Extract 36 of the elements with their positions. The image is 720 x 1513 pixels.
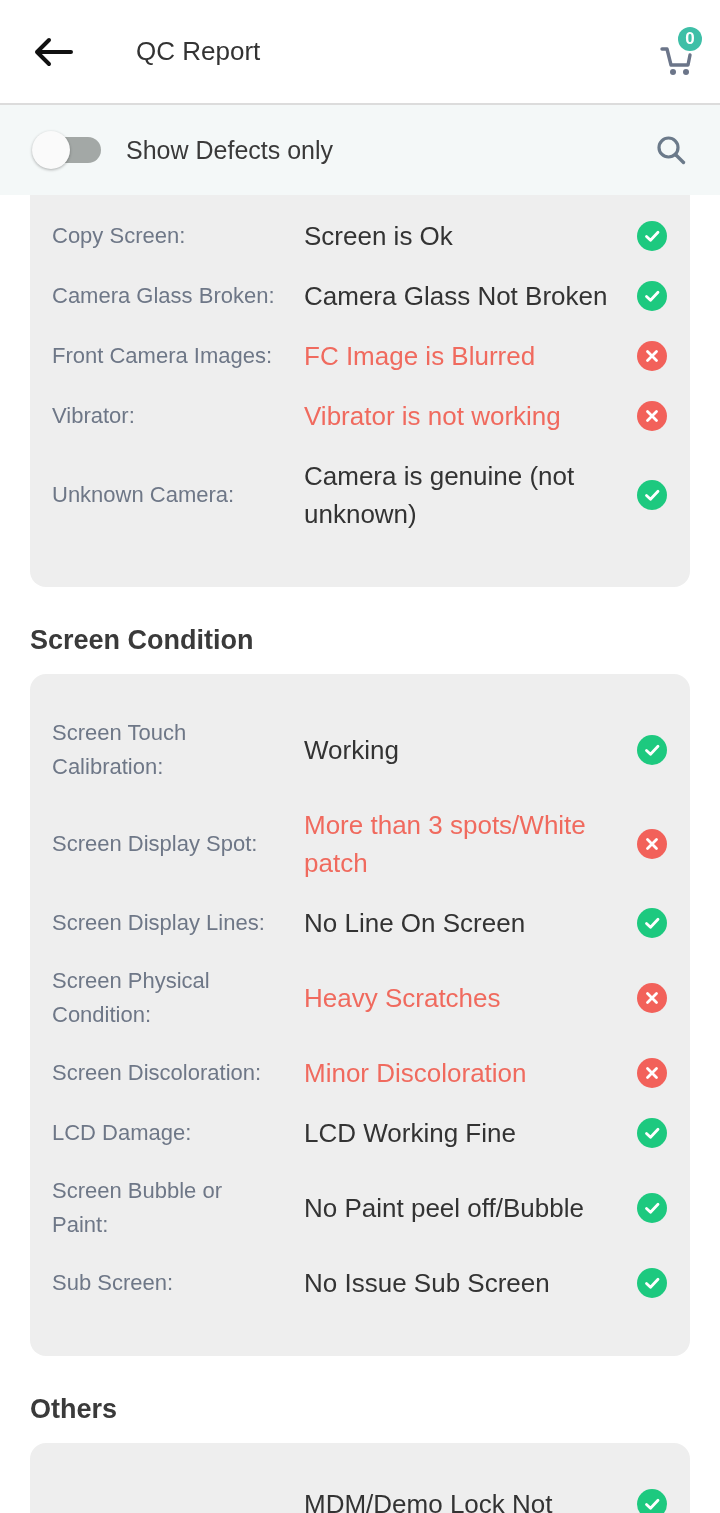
check-label: Front Camera Images: bbox=[52, 342, 274, 370]
check-result: No Line On Screen bbox=[304, 907, 527, 940]
check-label: Vibrator: bbox=[52, 402, 136, 430]
search-icon[interactable] bbox=[656, 135, 686, 165]
check-label: LCD Damage: bbox=[52, 1119, 193, 1147]
check-label: Screen Touch Calibration: bbox=[52, 719, 188, 781]
check-result: No Paint peel off/Bubble bbox=[304, 1192, 585, 1225]
check-result: Minor Discoloration bbox=[304, 1057, 528, 1090]
check-result: Heavy Scratches bbox=[304, 982, 502, 1015]
check-result: Camera is genuine (not unknown) bbox=[304, 460, 576, 531]
cart-count-badge: 0 bbox=[678, 26, 702, 51]
check-result: MDM/Demo Lock Not bbox=[304, 1488, 554, 1513]
check-result: FC Image is Blurred bbox=[304, 340, 537, 373]
check-result: LCD Working Fine bbox=[304, 1117, 517, 1150]
toggle-label: Show Defects only bbox=[126, 135, 335, 165]
check-label: Copy Screen: bbox=[52, 222, 187, 250]
cart-icon[interactable] bbox=[660, 44, 694, 77]
check-result: More than 3 spots/White patch bbox=[304, 809, 587, 880]
check-label: Camera Glass Broken: bbox=[52, 282, 276, 310]
section-title: Others bbox=[30, 1393, 119, 1426]
check-result: Working bbox=[304, 734, 400, 767]
check-label: Screen Bubble or Paint: bbox=[52, 1177, 223, 1239]
check-label: Screen Display Spot: bbox=[52, 830, 259, 858]
check-result: Vibrator is not working bbox=[304, 400, 562, 433]
check-result: Camera Glass Not Broken bbox=[304, 280, 609, 313]
check-label: Screen Physical Condition: bbox=[52, 967, 211, 1029]
check-result: No Issue Sub Screen bbox=[304, 1267, 551, 1300]
check-label: Unknown Camera: bbox=[52, 481, 236, 509]
back-arrow-icon[interactable] bbox=[33, 36, 73, 67]
check-label: Sub Screen: bbox=[52, 1269, 175, 1297]
check-result: Screen is Ok bbox=[304, 220, 454, 253]
page-title: QC Report bbox=[136, 36, 262, 67]
defects-toggle[interactable] bbox=[32, 130, 102, 170]
check-label: Screen Discoloration: bbox=[52, 1059, 263, 1087]
check-label: Screen Display Lines: bbox=[52, 909, 266, 937]
section-title: Screen Condition bbox=[30, 624, 255, 657]
